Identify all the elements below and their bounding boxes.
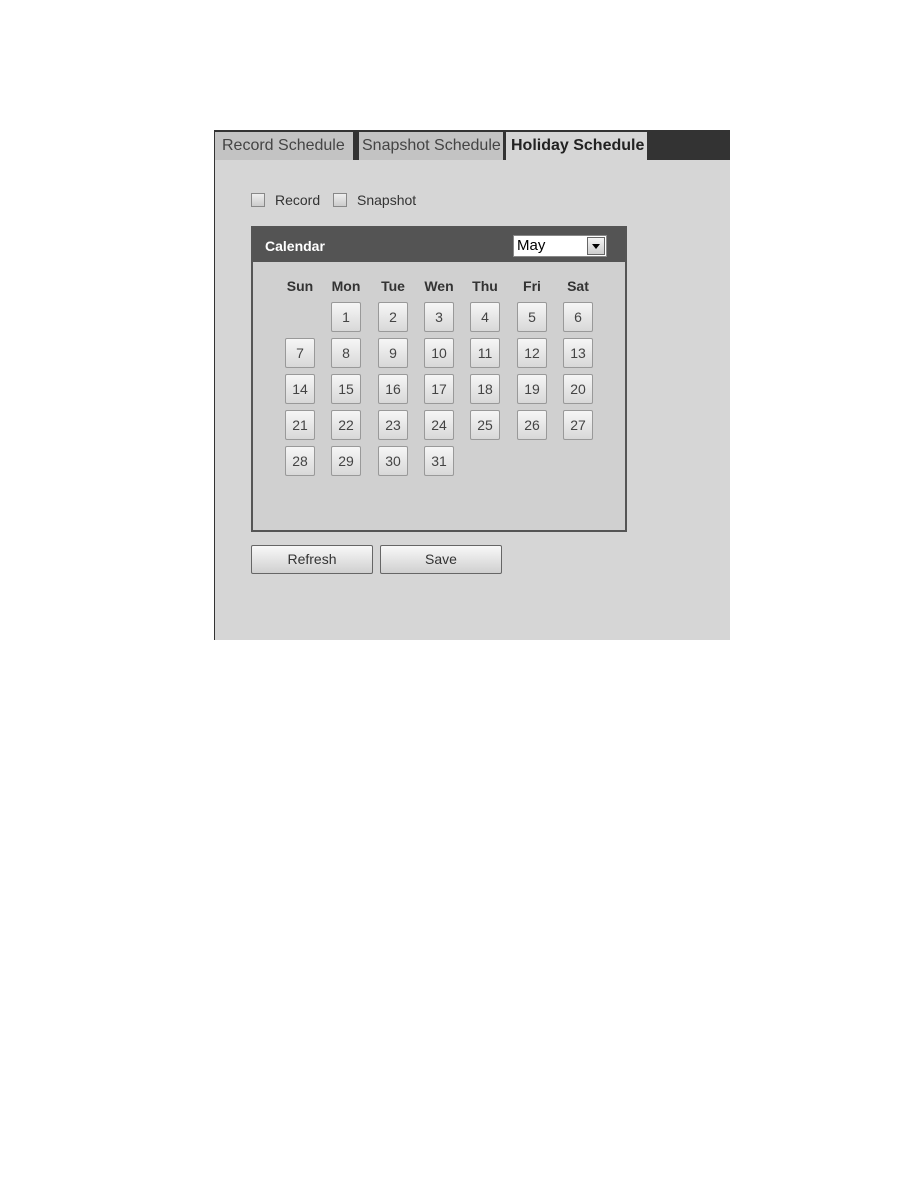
- day-button[interactable]: 21: [285, 410, 315, 440]
- day-button[interactable]: 25: [470, 410, 500, 440]
- weekday-header: Wen: [424, 278, 454, 294]
- day-button[interactable]: 29: [331, 446, 361, 476]
- day-button[interactable]: 28: [285, 446, 315, 476]
- month-select[interactable]: May: [513, 235, 607, 257]
- day-button[interactable]: 11: [470, 338, 500, 368]
- calendar-header: Calendar May: [253, 228, 625, 262]
- record-checkbox[interactable]: Record: [251, 192, 320, 208]
- day-button[interactable]: 5: [517, 302, 547, 332]
- day-button[interactable]: 14: [285, 374, 315, 404]
- checkbox-box[interactable]: [333, 193, 347, 207]
- tab-record-schedule[interactable]: Record Schedule: [215, 132, 353, 160]
- month-value: May: [517, 237, 546, 254]
- day-button[interactable]: 23: [378, 410, 408, 440]
- tab-snapshot-schedule[interactable]: Snapshot Schedule: [359, 132, 503, 160]
- day-button[interactable]: 2: [378, 302, 408, 332]
- day-button[interactable]: 17: [424, 374, 454, 404]
- weekday-header: Sun: [286, 278, 314, 294]
- weekday-header: Mon: [331, 278, 361, 294]
- day-button[interactable]: 22: [331, 410, 361, 440]
- tab-bar: Record Schedule Snapshot Schedule Holida…: [215, 130, 730, 160]
- day-button[interactable]: 31: [424, 446, 454, 476]
- weekday-header: Thu: [472, 278, 498, 294]
- day-button[interactable]: 18: [470, 374, 500, 404]
- chevron-down-icon[interactable]: [587, 237, 605, 255]
- tab-holiday-schedule[interactable]: Holiday Schedule: [506, 132, 647, 160]
- day-button[interactable]: 19: [517, 374, 547, 404]
- day-button[interactable]: 16: [378, 374, 408, 404]
- day-button[interactable]: 30: [378, 446, 408, 476]
- record-label: Record: [275, 192, 321, 208]
- snapshot-checkbox[interactable]: Snapshot: [333, 192, 416, 208]
- checkbox-box[interactable]: [251, 193, 265, 207]
- day-button[interactable]: 27: [563, 410, 593, 440]
- day-button[interactable]: 24: [424, 410, 454, 440]
- day-button[interactable]: 15: [331, 374, 361, 404]
- day-button[interactable]: 4: [470, 302, 500, 332]
- calendar: Calendar May Sun Mon Tue Wen Thu Fri Sat 1 2 3 4 5 6…: [251, 226, 627, 532]
- day-button[interactable]: 20: [563, 374, 593, 404]
- day-button[interactable]: 8: [331, 338, 361, 368]
- day-button[interactable]: 3: [424, 302, 454, 332]
- weekday-header: Fri: [523, 278, 541, 294]
- snapshot-label: Snapshot: [357, 192, 417, 208]
- day-button[interactable]: 26: [517, 410, 547, 440]
- day-button[interactable]: 12: [517, 338, 547, 368]
- day-button[interactable]: 7: [285, 338, 315, 368]
- weekday-header: Sat: [567, 278, 589, 294]
- refresh-button[interactable]: Refresh: [251, 545, 373, 574]
- day-button[interactable]: 1: [331, 302, 361, 332]
- save-button[interactable]: Save: [380, 545, 502, 574]
- day-button[interactable]: 13: [563, 338, 593, 368]
- day-button[interactable]: 6: [563, 302, 593, 332]
- weekday-header: Tue: [381, 278, 405, 294]
- holiday-schedule-panel: Record Schedule Snapshot Schedule Holida…: [214, 130, 730, 640]
- day-button[interactable]: 10: [424, 338, 454, 368]
- calendar-title: Calendar: [265, 238, 325, 254]
- day-button[interactable]: 9: [378, 338, 408, 368]
